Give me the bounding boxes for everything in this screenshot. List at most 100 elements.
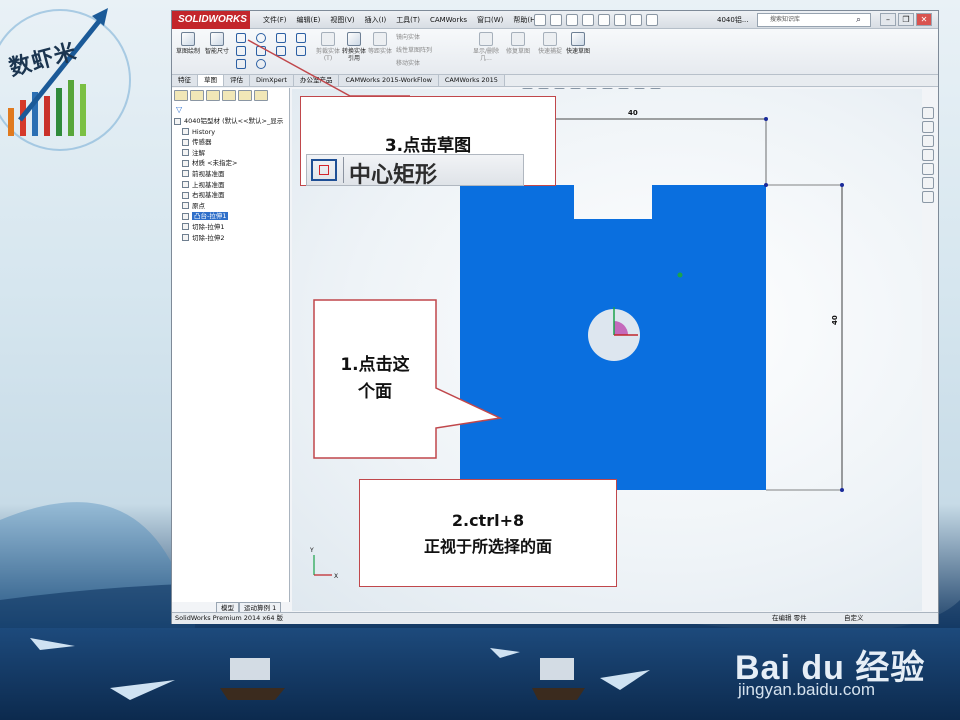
logo-arrows-icon — [8, 8, 108, 136]
history-icon — [182, 128, 189, 136]
tab-camworks[interactable]: CAMWorks 2015 — [438, 75, 505, 86]
status-mode: 在编辑 零件 — [772, 614, 807, 622]
property-manager-tab-icon[interactable] — [190, 90, 204, 101]
sketch-icon — [181, 32, 195, 46]
tab-sketch[interactable]: 草图 — [198, 75, 224, 86]
cut-extrude-icon — [182, 223, 189, 231]
tree-item-material[interactable]: 材质 <未指定> — [174, 158, 283, 169]
tree-item-history[interactable]: History — [174, 127, 283, 138]
callout-step-3-text: 3.点击草图 — [384, 136, 472, 156]
document-title: 4040铝... — [717, 16, 749, 24]
slide-logo: 数虾米 — [0, 0, 170, 160]
rapid-sketch-icon — [571, 32, 585, 46]
menu-tools[interactable]: 工具(T) — [391, 11, 425, 29]
repair-sketch-button[interactable]: 修复草图 — [504, 32, 532, 55]
status-units[interactable]: 自定义 — [844, 613, 864, 624]
tree-item-origin[interactable]: 原点 — [174, 201, 283, 212]
repair-icon — [511, 32, 525, 46]
tree-item-front-plane[interactable]: 前视基准面 — [174, 169, 283, 180]
search-input[interactable]: 搜索知识库 — [757, 13, 871, 27]
folder-icon[interactable] — [922, 149, 934, 161]
design-library-icon[interactable] — [922, 121, 934, 133]
callout-step-1-text: 1.点击这 个面 — [340, 355, 410, 402]
triad-y-label: Y — [309, 547, 314, 554]
sketch-button[interactable]: 草图绘制 — [174, 32, 202, 55]
plane-icon — [182, 191, 189, 199]
appearances-icon[interactable] — [922, 177, 934, 189]
part-icon — [174, 117, 181, 125]
baidu-url: jingyan.baidu.com — [738, 680, 876, 699]
tree-root[interactable]: 4040铝型材 (默认<<默认>_显示 — [174, 116, 283, 127]
search-icon[interactable]: ⌕ — [856, 15, 861, 25]
save-icon[interactable] — [566, 14, 578, 26]
filter-icon[interactable]: ▽ — [176, 105, 182, 114]
cut-extrude-icon — [182, 234, 189, 242]
menu-edit[interactable]: 编辑(E) — [292, 11, 326, 29]
close-button[interactable]: ✕ — [916, 13, 932, 26]
tree-item-annotations[interactable]: 注解 — [174, 148, 283, 159]
open-icon[interactable] — [550, 14, 562, 26]
smart-dimension-icon — [210, 32, 224, 46]
feature-manager-tab-icon[interactable] — [174, 90, 188, 101]
extrude-icon — [182, 212, 189, 220]
select-icon[interactable] — [614, 14, 626, 26]
file-explorer-icon[interactable] — [922, 135, 934, 147]
minimize-button[interactable]: – — [880, 13, 896, 26]
origin-icon — [182, 202, 189, 210]
solidworks-logo[interactable]: SOLIDWORKS — [172, 11, 250, 29]
config-manager-tab-icon[interactable] — [206, 90, 220, 101]
new-icon[interactable] — [534, 14, 546, 26]
tree-list: 4040铝型材 (默认<<默认>_显示 History 传感器 注解 材质 <未… — [174, 116, 283, 243]
callout-step-2-text: 2.ctrl+8 正视于所选择的面 — [423, 511, 552, 556]
snap-icon — [543, 32, 557, 46]
dimension-endpoint — [840, 488, 844, 492]
menu-camworks[interactable]: CAMWorks — [425, 11, 472, 29]
tree-item-right-plane[interactable]: 右视基准面 — [174, 190, 283, 201]
options-icon[interactable] — [646, 14, 658, 26]
dimension-right-label[interactable]: 40 — [831, 315, 839, 325]
tab-features[interactable]: 特征 — [172, 75, 198, 86]
view-palette-icon[interactable] — [922, 163, 934, 175]
tree-item-cut-extrude-2[interactable]: 切除-拉伸2 — [174, 233, 283, 244]
feature-manager-tree: ▽ 4040铝型材 (默认<<默认>_显示 History 传感器 注解 材质 … — [172, 88, 290, 602]
custom-properties-icon[interactable] — [922, 191, 934, 203]
tree-item-top-plane[interactable]: 上视基准面 — [174, 180, 283, 191]
callout-step-3-pointer — [247, 39, 410, 97]
undo-icon[interactable] — [598, 14, 610, 26]
tree-item-sensors[interactable]: 传感器 — [174, 137, 283, 148]
annotation-icon — [182, 149, 189, 157]
dimxpert-tab-icon[interactable] — [222, 90, 236, 101]
menu-insert[interactable]: 插入(I) — [360, 11, 392, 29]
display-relations-button[interactable]: 显示/删除几... — [472, 32, 500, 62]
print-icon[interactable] — [582, 14, 594, 26]
triad-x-label: X — [334, 573, 338, 580]
relations-icon — [479, 32, 493, 46]
quick-access-toolbar — [534, 14, 658, 26]
window-controls: – ❐ ✕ — [880, 13, 932, 26]
rapid-sketch-button[interactable]: 快速草图 — [564, 32, 592, 55]
restore-button[interactable]: ❐ — [898, 13, 914, 26]
menu-file[interactable]: 文件(F) — [258, 11, 292, 29]
center-rectangle-icon — [311, 159, 337, 181]
material-icon — [182, 159, 189, 167]
rebuild-icon[interactable] — [630, 14, 642, 26]
center-rectangle-tool-zoom: 中心矩形 — [306, 154, 524, 188]
dimension-endpoint — [840, 183, 844, 187]
quick-snaps-button[interactable]: 快速捕捉 — [536, 32, 564, 55]
resources-icon[interactable] — [922, 107, 934, 119]
menu-view[interactable]: 视图(V) — [325, 11, 359, 29]
status-product: SolidWorks Premium 2014 x64 版 — [175, 614, 284, 622]
menu-bar: 文件(F) 编辑(E) 视图(V) 插入(I) 工具(T) CAMWorks 窗… — [258, 11, 543, 29]
tree-item-boss-extrude[interactable]: 凸台-拉伸1 — [174, 211, 283, 222]
tree-item-cut-extrude-1[interactable]: 切除-拉伸1 — [174, 222, 283, 233]
plane-icon — [182, 181, 189, 189]
sensor-icon — [182, 138, 189, 146]
menu-window[interactable]: 窗口(W) — [472, 11, 508, 29]
callout-step-2: 2.ctrl+8 正视于所选择的面 — [359, 479, 617, 587]
dimension-top-label[interactable]: 40 — [628, 109, 638, 117]
smart-dimension-button[interactable]: 智能尺寸 — [203, 32, 231, 55]
title-bar: SOLIDWORKS 文件(F) 编辑(E) 视图(V) 插入(I) 工具(T)… — [172, 11, 938, 29]
dimension-endpoint — [764, 117, 768, 121]
status-bar: SolidWorks Premium 2014 x64 版 在编辑 零件 自定义 — [172, 612, 938, 624]
corner-point — [764, 183, 768, 187]
